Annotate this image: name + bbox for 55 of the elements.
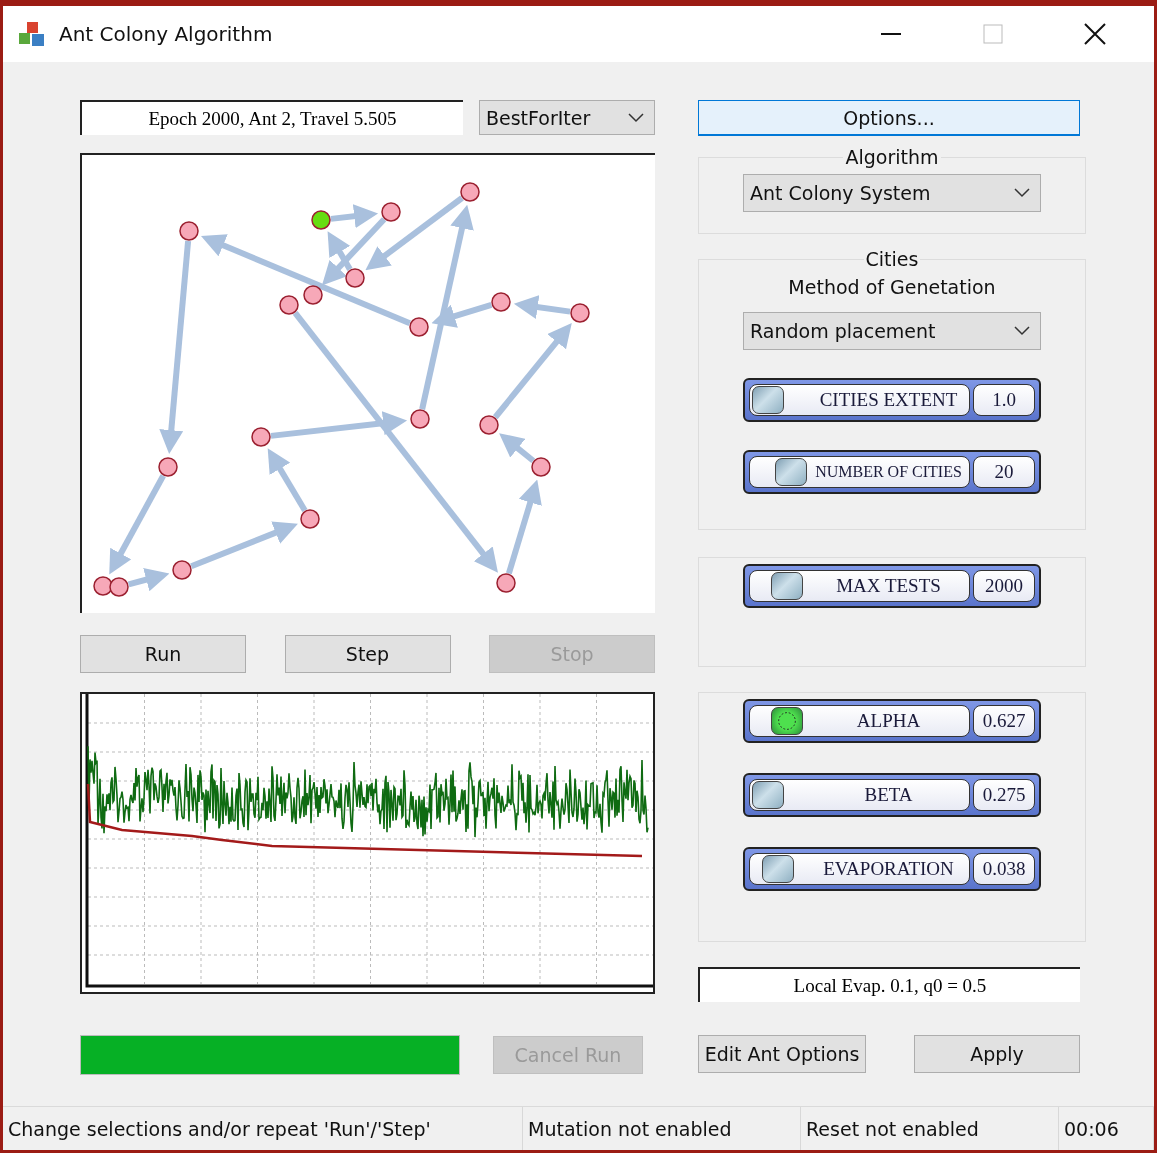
- group-title: Algorithm: [844, 146, 940, 168]
- slider-track[interactable]: CITIES EXTENT: [749, 384, 970, 416]
- slider-track[interactable]: ALPHA: [749, 705, 970, 737]
- slider[interactable]: CITIES EXTENT 1.0: [743, 378, 1041, 422]
- info-text: Local Evap. 0.1, q0 = 0.5: [698, 967, 1080, 1002]
- slider[interactable]: NUMBER OF CITIES 20: [743, 450, 1041, 494]
- slider[interactable]: BETA 0.275: [743, 773, 1041, 817]
- slider-label: MAX TESTS: [836, 575, 941, 597]
- view-dropdown[interactable]: BestForIter: [479, 100, 655, 135]
- slider-value: 0.038: [973, 853, 1035, 885]
- slider-label: CITIES EXTENT: [819, 389, 958, 411]
- status-text: Reset not enabled: [801, 1107, 1059, 1150]
- slider-value: 2000: [973, 570, 1035, 602]
- algorithm-dropdown[interactable]: Ant Colony System: [743, 174, 1041, 212]
- slider[interactable]: MAX TESTS 2000: [743, 564, 1041, 608]
- slider-thumb[interactable]: [752, 386, 784, 414]
- slider[interactable]: EVAPORATION 0.038: [743, 847, 1041, 891]
- slider-track[interactable]: BETA: [749, 779, 970, 811]
- group-title: Cities: [864, 248, 920, 270]
- run-control-button[interactable]: Run: [80, 635, 246, 673]
- method-label: Method of Genetation: [788, 276, 996, 298]
- status-text: Change selections and/or repeat 'Run'/'Step': [3, 1107, 523, 1150]
- slider-label: ALPHA: [856, 710, 921, 732]
- slider-track[interactable]: NUMBER OF CITIES: [749, 456, 970, 488]
- chevron-down-icon: [628, 112, 644, 123]
- slider-value: 0.275: [973, 779, 1035, 811]
- status-text: 00:06: [1059, 1107, 1154, 1150]
- method-dropdown[interactable]: Random placement: [743, 312, 1041, 350]
- options-button[interactable]: Options...: [698, 100, 1080, 136]
- maximize-icon: [983, 24, 1003, 44]
- slider-label: EVAPORATION: [823, 858, 954, 880]
- slider-label: NUMBER OF CITIES: [815, 463, 962, 481]
- run-control-button[interactable]: Step: [284, 635, 451, 673]
- chevron-down-icon: [1014, 326, 1030, 336]
- status-text: Mutation not enabled: [523, 1107, 801, 1150]
- slider-thumb[interactable]: [752, 781, 784, 809]
- slider-label: BETA: [864, 784, 913, 806]
- minimize-icon: [881, 33, 901, 35]
- slider-value: 20: [973, 456, 1035, 488]
- slider-thumb[interactable]: [774, 458, 807, 486]
- slider-thumb[interactable]: [771, 572, 803, 600]
- chevron-down-icon: [1014, 188, 1030, 198]
- slider-track[interactable]: EVAPORATION: [749, 853, 970, 885]
- slider-track[interactable]: MAX TESTS: [749, 570, 970, 602]
- window-title: Ant Colony Algorithm: [59, 22, 274, 46]
- slider-thumb[interactable]: [761, 855, 794, 883]
- slider-thumb[interactable]: [771, 707, 803, 735]
- slider-value: 1.0: [973, 384, 1035, 416]
- app-icon: [17, 20, 47, 48]
- close-icon: [1084, 23, 1106, 45]
- apply-button[interactable]: Apply: [914, 1035, 1080, 1073]
- slider[interactable]: ALPHA 0.627: [743, 699, 1041, 743]
- slider-value: 0.627: [973, 705, 1035, 737]
- epoch-status-text: Epoch 2000, Ant 2, Travel 5.505: [80, 100, 463, 135]
- edit-options-button[interactable]: Edit Ant Options: [698, 1035, 866, 1073]
